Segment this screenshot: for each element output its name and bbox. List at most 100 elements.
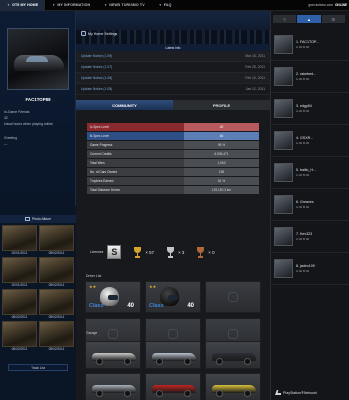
avatar[interactable]: [7, 28, 69, 90]
garage-car[interactable]: [205, 373, 261, 400]
garage-car[interactable]: [85, 373, 141, 400]
friends-tabs: ≡ ▲ ☰: [273, 15, 346, 23]
stat-row: A-Spec Level 40: [87, 123, 259, 131]
profile-column: FAC1TOP88 In-Game Friends 32 Usual hours…: [0, 11, 76, 400]
top-navigation: ▼ GT5 MY HOME ▼ MY INFORMATION ▼ NEWS TURIS…: [0, 0, 349, 11]
friend-item[interactable]: 4. GSXR... A:40 B:40: [271, 125, 349, 157]
stat-row: Total Distance Driven 129,150.3 km: [87, 186, 259, 194]
friend-avatar: [274, 99, 293, 118]
friends-column: ≡ ▲ ☰ 1. FAC1TOP... A:40 B:40 2. raketred…: [270, 11, 349, 400]
photo-thumbnail[interactable]: 20/01/2011: [2, 257, 37, 287]
silver-trophy: × 3: [166, 246, 184, 258]
photo-thumbnail[interactable]: 08/02/2011: [39, 289, 74, 319]
photo-icon: [24, 217, 30, 221]
photo-grid: 20/01/2011 08/02/2011 20/01/2011 08/02/2…: [2, 225, 74, 352]
psn-logo: PlayStation®Network: [275, 390, 317, 395]
greeting-value: ---: [4, 142, 8, 146]
driver-card[interactable]: ★★ Class 40: [145, 281, 201, 313]
garage-grid: [85, 341, 261, 400]
placeholder-icon: [168, 329, 178, 339]
photo-album-header[interactable]: Photo Album: [0, 215, 76, 223]
friend-avatar: [274, 259, 293, 278]
friend-item[interactable]: 3. edgy84 A:40 B:40: [271, 93, 349, 125]
photo-thumbnail[interactable]: 08/02/2011: [2, 321, 37, 351]
stat-row: Total Wins 1,063: [87, 159, 259, 167]
photo-thumbnail[interactable]: 08/02/2011: [39, 257, 74, 287]
gold-trophy: × 57: [133, 246, 154, 258]
nav-tab-faq[interactable]: ▼ FAQ: [152, 0, 179, 11]
licenses-row: Licenses S × 57 × 3 × 0: [90, 242, 258, 262]
stat-row: Current Credits 6,506,471: [87, 150, 259, 158]
driver-card[interactable]: ★★ Class 40: [85, 281, 141, 313]
stat-row: No. of Cars Owned 196: [87, 168, 259, 176]
news-item[interactable]: Update Notice (1.07) Feb 25, 2011: [76, 62, 270, 73]
driver-list-header: Driver List: [86, 274, 102, 278]
friends-tab-ranking[interactable]: ▲: [297, 15, 321, 23]
greeting-label: Greeting: [4, 136, 18, 140]
friend-item[interactable]: 8. jaden109 A:40 B:40: [271, 253, 349, 285]
banner: My Home Settings: [76, 11, 270, 44]
friends-count: 32: [4, 116, 8, 120]
photo-thumbnail[interactable]: 20/01/2011: [2, 225, 37, 255]
trophy-icon: [133, 246, 142, 258]
news-item[interactable]: Update Notice (1.06) Feb 10, 2011: [76, 73, 270, 84]
friend-avatar: [274, 35, 293, 54]
track-list-button[interactable]: Track List: [8, 364, 68, 371]
home-settings-button[interactable]: My Home Settings: [81, 31, 117, 36]
photo-thumbnail[interactable]: 08/02/2011: [39, 321, 74, 351]
news-item[interactable]: Update Notice (1.09) Mar 15, 2011: [76, 51, 270, 62]
stat-row: B-Spec Level 40: [87, 132, 259, 140]
friend-item[interactable]: 5. bailio_H... A:40 B:40: [271, 157, 349, 189]
garage-header: Garage: [86, 331, 98, 335]
main-content: My Home Settings Latest Info Update Noti…: [76, 11, 270, 400]
latest-info-header: Latest Info: [76, 44, 270, 51]
trophy-icon: [166, 246, 175, 258]
star-icon: ★★: [149, 284, 157, 289]
garage-car[interactable]: [145, 373, 201, 400]
profile-tabs: COMMUNITY PROFILE: [76, 100, 270, 110]
garage-car[interactable]: [85, 341, 141, 369]
user-info: gran.turismo.com ONLINE: [308, 3, 347, 7]
nav-tab-my-information[interactable]: ▼ MY INFORMATION: [45, 0, 97, 11]
tab-community[interactable]: COMMUNITY: [76, 100, 173, 110]
garage-car[interactable]: [145, 341, 201, 369]
playstation-icon: [275, 390, 281, 395]
license-badge[interactable]: S: [107, 245, 122, 259]
placeholder-icon: [228, 292, 238, 302]
friend-avatar: [274, 131, 293, 150]
driver-grid: ★★ Class 40 ★★ Class 40: [85, 281, 261, 350]
friend-avatar: [274, 227, 293, 246]
garage-car[interactable]: [205, 341, 261, 369]
photo-thumbnail[interactable]: 08/02/2011: [2, 289, 37, 319]
news-list: Update Notice (1.09) Mar 15, 2011 Update …: [76, 51, 270, 95]
username: FAC1TOP88: [25, 97, 51, 102]
empty-driver-slot: [205, 281, 261, 313]
nav-tab-news[interactable]: ▼ NEWS TURISMO TV: [97, 0, 152, 11]
friends-tab-other[interactable]: ☰: [321, 15, 345, 23]
friend-item[interactable]: 6. Greaves A:40 B:40: [271, 189, 349, 221]
hours-label: Usual hours when playing online: [4, 122, 53, 126]
photo-thumbnail[interactable]: 08/02/2011: [39, 225, 74, 255]
nav-tab-my-home[interactable]: ▼ GT5 MY HOME: [0, 0, 46, 11]
friend-item[interactable]: 1. FAC1TOP... A:40 B:40: [271, 29, 349, 61]
licenses-label: Licenses: [90, 250, 104, 254]
placeholder-icon: [108, 329, 118, 339]
friends-list: 1. FAC1TOP... A:40 B:40 2. raketred... A:4…: [271, 29, 349, 285]
settings-icon: [81, 31, 86, 36]
tab-profile[interactable]: PROFILE: [173, 100, 270, 110]
friend-item[interactable]: 2. raketred... A:40 B:40: [271, 61, 349, 93]
triangle-icon: ▼: [52, 3, 56, 7]
star-icon: ★★: [89, 284, 97, 289]
friends-label: In-Game Friends: [4, 110, 30, 114]
news-item[interactable]: Update Notice (1.05) Jan 12, 2011: [76, 84, 270, 95]
friend-item[interactable]: 7. Kev323 A:40 B:40: [271, 221, 349, 253]
placeholder-icon: [228, 329, 238, 339]
stats-table: A-Spec Level 40 B-Spec Level 40 Game Progr…: [87, 123, 259, 195]
friends-tab-list[interactable]: ≡: [273, 15, 297, 23]
bronze-trophy: × 0: [196, 246, 215, 258]
friend-avatar: [274, 195, 293, 214]
friend-avatar: [274, 67, 293, 86]
triangle-icon: ▼: [104, 3, 108, 7]
online-link[interactable]: ONLINE: [335, 3, 347, 7]
triangle-icon: ▼: [7, 3, 11, 7]
